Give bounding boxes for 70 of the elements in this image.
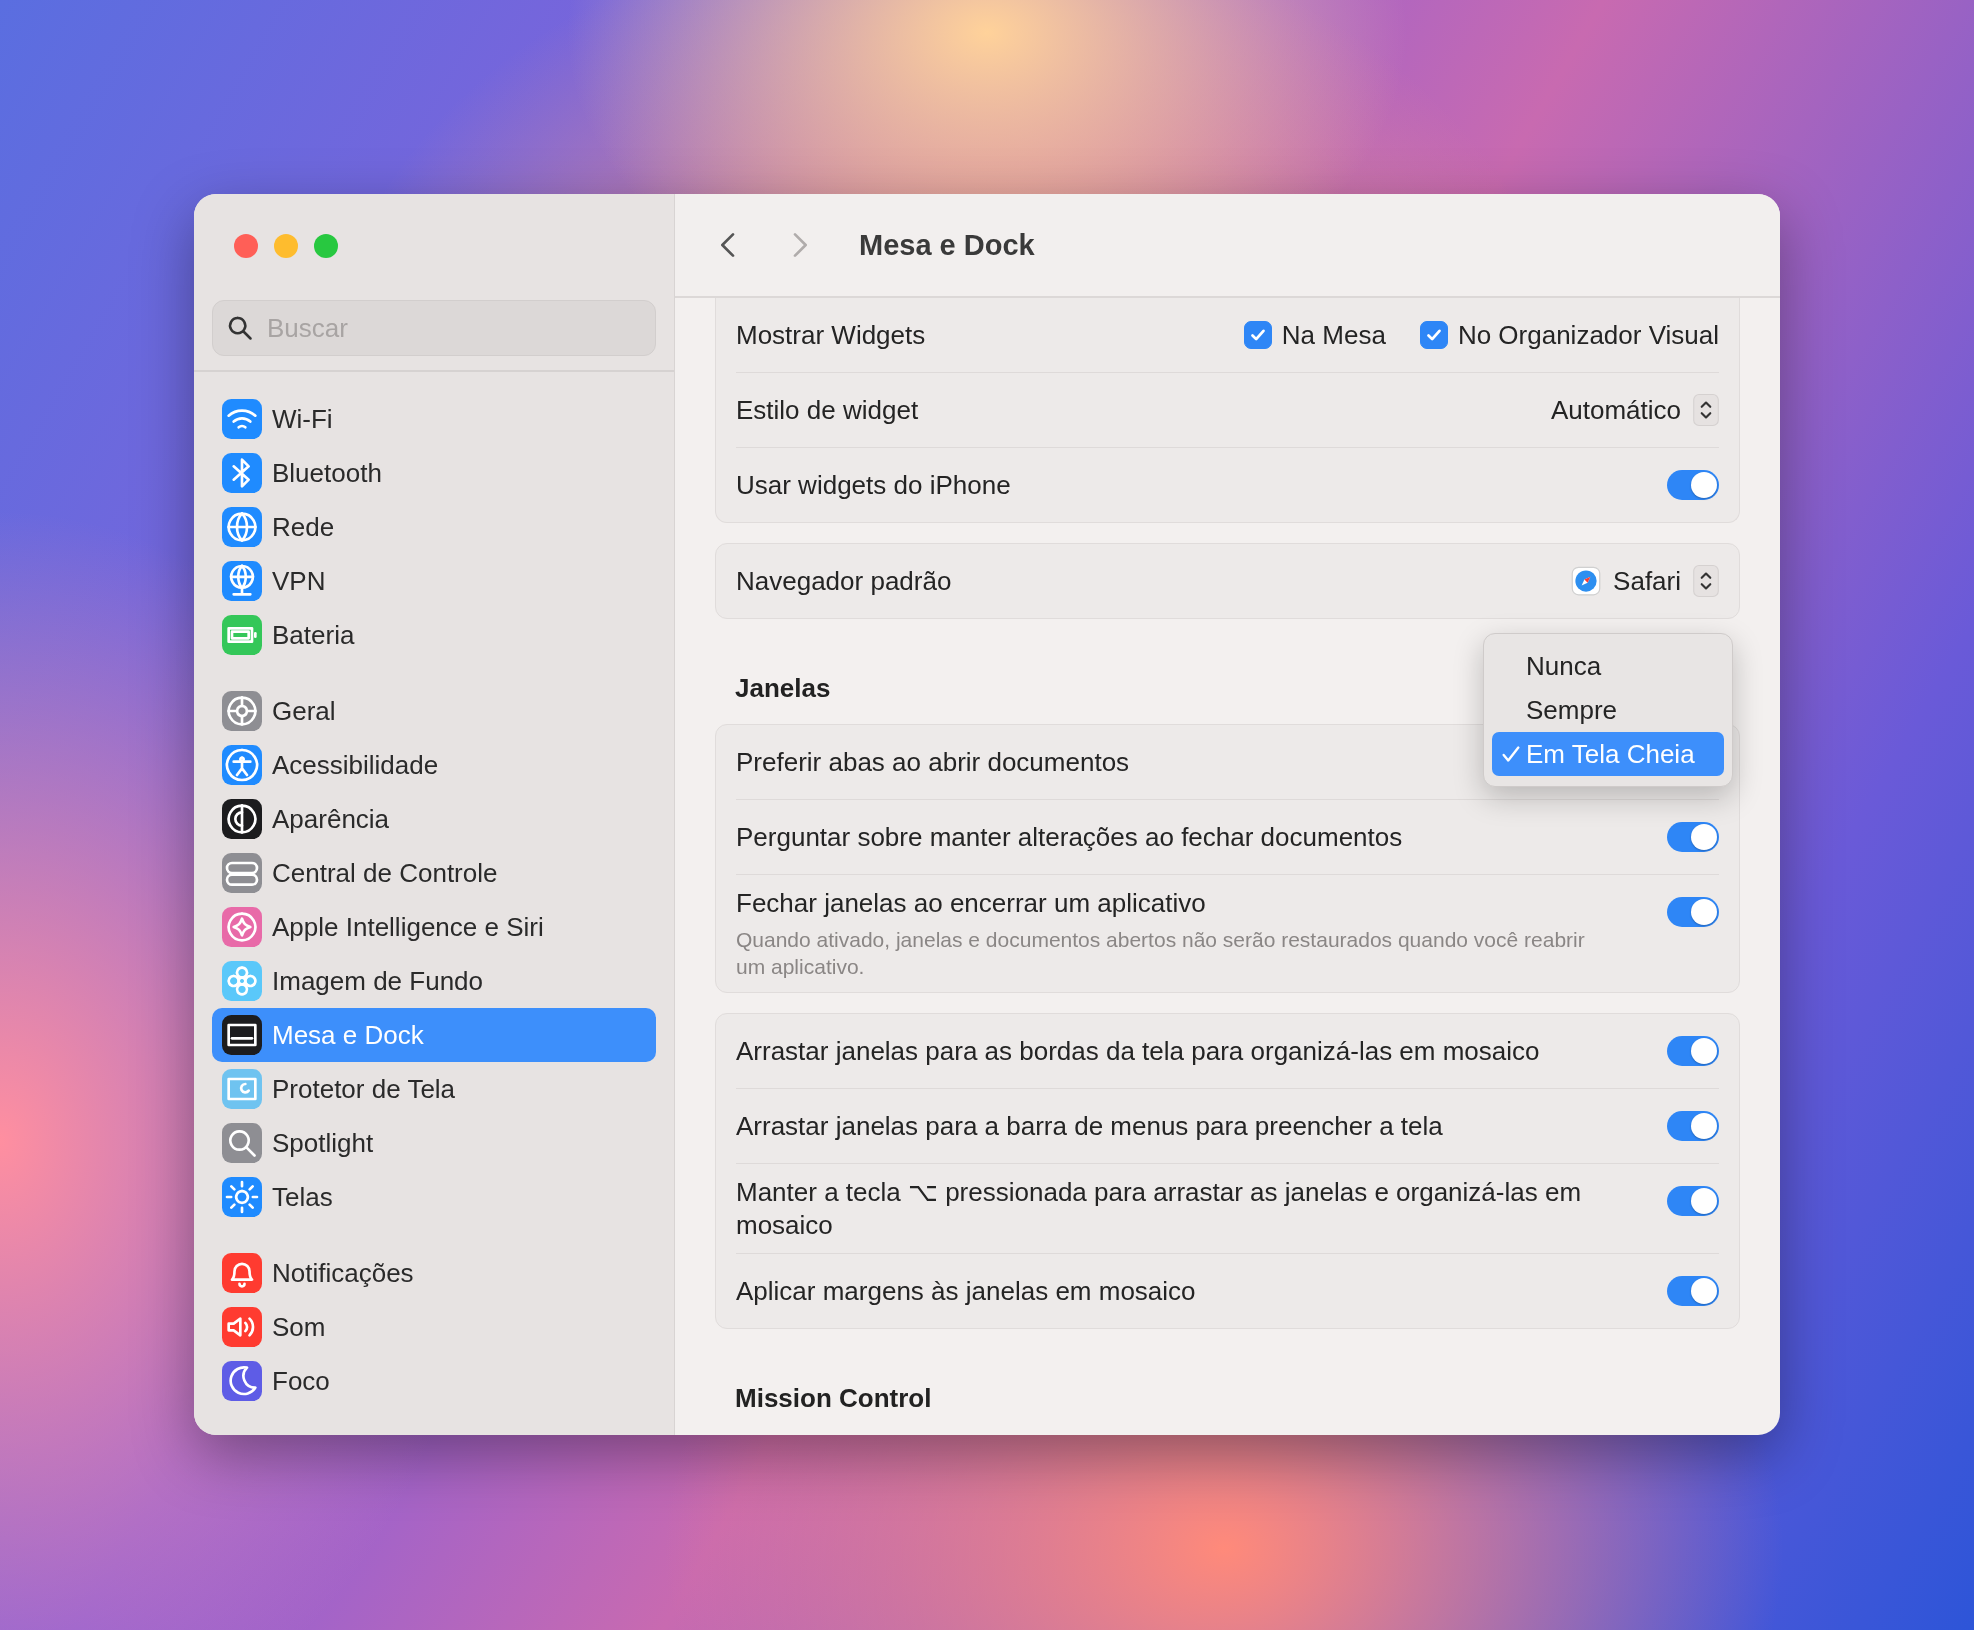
sparkle-icon: [222, 907, 262, 947]
sidebar-item[interactable]: Spotlight: [212, 1116, 656, 1170]
moon-icon: [222, 1361, 262, 1401]
battery-icon: [222, 615, 262, 655]
globe-icon: [222, 507, 262, 547]
flower-icon: [222, 961, 262, 1001]
sidebar-item[interactable]: Foco: [212, 1354, 656, 1408]
wifi-icon: [222, 399, 262, 439]
sidebar-item[interactable]: Imagem de Fundo: [212, 954, 656, 1008]
appearance-icon: [222, 799, 262, 839]
setting-label: Estilo de widget: [736, 393, 919, 427]
sidebar-item[interactable]: Acessibilidade: [212, 738, 656, 792]
accessibility-icon: [222, 745, 262, 785]
stepper-icon[interactable]: [1693, 394, 1719, 426]
globe-icon: [222, 561, 262, 601]
checkbox[interactable]: [1419, 321, 1448, 349]
toggle-switch[interactable]: [1667, 1276, 1719, 1307]
sidebar-item[interactable]: Telas: [212, 1170, 656, 1224]
sidebar-item[interactable]: Apple Intelligence e Siri: [212, 900, 656, 954]
checkbox-label: No Organizador Visual: [1457, 319, 1719, 351]
setting-label: Navegador padrão: [736, 564, 952, 598]
menu-item[interactable]: Sempre: [1492, 688, 1724, 732]
setting-label: Mostrar Widgets: [736, 318, 926, 352]
search-icon: [226, 314, 254, 342]
bell-icon: [222, 1253, 262, 1293]
menu-item[interactable]: Nunca: [1492, 644, 1724, 688]
sun-icon: [222, 1177, 262, 1217]
window-title: Mesa e Dock: [859, 228, 1035, 262]
switches-icon: [222, 853, 262, 893]
sidebar-item[interactable]: Aparência: [212, 792, 656, 846]
bluetooth-icon: [222, 453, 262, 493]
checkbox[interactable]: [1243, 321, 1272, 349]
checkbox-label: Na Mesa: [1281, 319, 1386, 351]
gear-icon: [222, 691, 262, 731]
popup-value[interactable]: Safari: [1613, 565, 1681, 597]
sidebar-item[interactable]: Wi-Fi: [212, 392, 656, 446]
screen-icon: [222, 1069, 262, 1109]
toggle-switch[interactable]: [1667, 1186, 1719, 1217]
setting-label: Arrastar janelas para a barra de menus para preencher a tela: [736, 1109, 1443, 1143]
sidebar-item[interactable]: Rede: [212, 500, 656, 554]
popup-value[interactable]: Automático: [1550, 394, 1681, 426]
section-heading: Janelas: [734, 672, 831, 704]
sidebar-item[interactable]: Geral: [212, 684, 656, 738]
section-heading: Mission Control: [734, 1382, 932, 1415]
sidebar-item[interactable]: VPN: [212, 554, 656, 608]
sidebar-item[interactable]: Notificações: [212, 1246, 656, 1300]
toggle-switch[interactable]: [1667, 1036, 1719, 1067]
toggle-switch[interactable]: [1667, 470, 1719, 500]
checkmark-icon: [1500, 743, 1522, 765]
setting-label: Usar widgets do iPhone: [736, 468, 1011, 502]
setting-label: Preferir abas ao abrir documentos: [736, 745, 1130, 779]
setting-description: Quando ativado, janelas e documentos abertos não serão restaurados quando você reabrir um aplicativo.: [736, 926, 1586, 980]
setting-label: Manter a tecla ⌥ pressionada para arrastar as janelas e organizá-las em mosaico: [736, 1176, 1583, 1242]
toggle-switch[interactable]: [1667, 822, 1719, 852]
speaker-icon: [222, 1307, 262, 1347]
setting-label: Arrastar janelas para as bordas da tela para organizá-las em mosaico: [736, 1034, 1540, 1068]
sidebar-item[interactable]: Bateria: [212, 608, 656, 662]
toggle-switch[interactable]: [1667, 1111, 1719, 1142]
sidebar-item[interactable]: Bluetooth: [212, 446, 656, 500]
toggle-switch[interactable]: [1667, 897, 1719, 927]
setting-label: Perguntar sobre manter alterações ao fechar documentos: [736, 820, 1403, 854]
sidebar-item[interactable]: Protetor de Tela: [212, 1062, 656, 1116]
close-button[interactable]: [234, 234, 258, 258]
sidebar-item[interactable]: Central de Controle: [212, 846, 656, 900]
setting-label: Fechar janelas ao encerrar um aplicativo: [736, 887, 1207, 920]
sidebar-item[interactable]: Som: [212, 1300, 656, 1354]
stepper-icon[interactable]: [1693, 565, 1719, 597]
magnifier-icon: [222, 1123, 262, 1163]
setting-label: Aplicar margens às janelas em mosaico: [736, 1274, 1196, 1308]
dock-icon: [222, 1015, 262, 1055]
